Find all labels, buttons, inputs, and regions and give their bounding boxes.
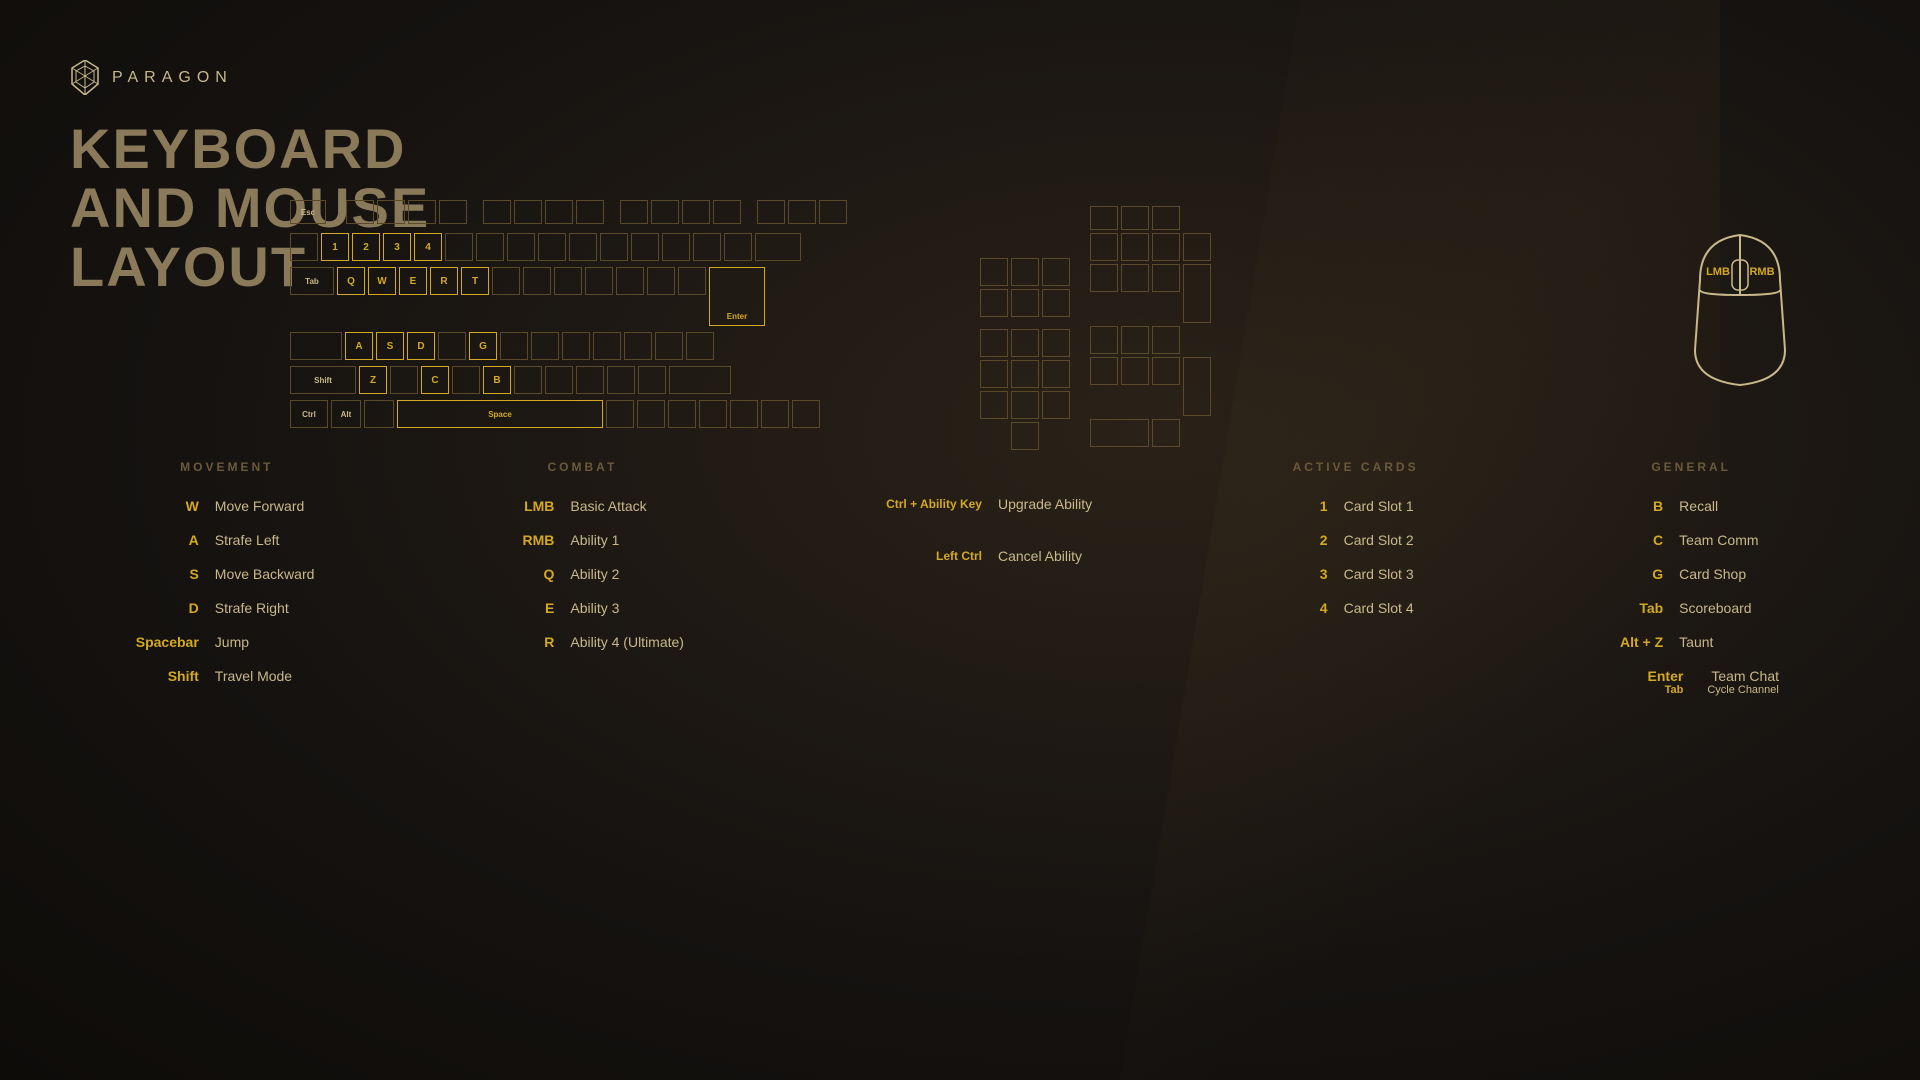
action-jump: Jump	[215, 634, 335, 650]
nav-cluster	[980, 258, 1070, 450]
action-move-backward: Move Backward	[215, 566, 335, 582]
key-lmb: LMB	[474, 498, 554, 514]
key-c-comm: C	[1583, 532, 1663, 548]
bind-1: 1 Card Slot 1	[1248, 498, 1464, 514]
key-left-ctrl: Left Ctrl	[842, 549, 982, 563]
action-strafe-left: Strafe Left	[215, 532, 335, 548]
bind-lmb: LMB Basic Attack	[452, 498, 712, 514]
action-card-slot-3: Card Slot 3	[1344, 566, 1464, 582]
svg-text:RMB: RMB	[1749, 266, 1774, 278]
bind-a: A Strafe Left	[119, 532, 335, 548]
key-d: D	[119, 600, 199, 616]
action-card-slot-4: Card Slot 4	[1344, 600, 1464, 616]
key-w: W	[119, 498, 199, 514]
bind-c: C Team Comm	[1581, 532, 1801, 548]
key-a: A	[119, 532, 199, 548]
mouse-diagram: LMB RMB	[1670, 220, 1810, 405]
action-team-comm: Team Comm	[1679, 532, 1799, 548]
key-enter: Enter	[1603, 668, 1683, 684]
key-q: Q	[474, 566, 554, 582]
keybinds-area: MOVEMENT W Move Forward A Strafe Left S …	[0, 460, 1920, 714]
key-tab-score: Tab	[1583, 600, 1663, 616]
bind-tab: Tab Scoreboard	[1581, 600, 1801, 616]
bind-r: R Ability 4 (Ultimate)	[452, 634, 712, 650]
key-4: 4	[1248, 600, 1328, 616]
key-altz: Alt + Z	[1583, 634, 1663, 650]
action-card-slot-2: Card Slot 2	[1344, 532, 1464, 548]
movement-section: MOVEMENT W Move Forward A Strafe Left S …	[119, 460, 335, 714]
bind-s: S Move Backward	[119, 566, 335, 582]
action-upgrade-ability: Upgrade Ability	[998, 496, 1118, 512]
active-cards-section: ACTIVE CARDS 1 Card Slot 1 2 Card Slot 2…	[1248, 460, 1464, 714]
action-card-shop: Card Shop	[1679, 566, 1799, 582]
action-ability4: Ability 4 (Ultimate)	[570, 634, 690, 650]
key-e: E	[474, 600, 554, 616]
bind-g: G Card Shop	[1581, 566, 1801, 582]
action-strafe-right: Strafe Right	[215, 600, 335, 616]
bind-2: 2 Card Slot 2	[1248, 532, 1464, 548]
active-cards-title: ACTIVE CARDS	[1248, 460, 1464, 474]
action-travel-mode: Travel Mode	[215, 668, 335, 684]
general-section: GENERAL B Recall C Team Comm G Card Shop…	[1581, 460, 1801, 714]
bind-d: D Strafe Right	[119, 600, 335, 616]
action-taunt: Taunt	[1679, 634, 1799, 650]
bind-left-ctrl: Left Ctrl Cancel Ability	[830, 548, 1130, 564]
bind-4: 4 Card Slot 4	[1248, 600, 1464, 616]
movement-title: MOVEMENT	[119, 460, 335, 474]
bind-enter-teamchat: Enter Tab Team Chat Cycle Channel	[1581, 668, 1801, 696]
bind-w: W Move Forward	[119, 498, 335, 514]
action-cycle-channel: Cycle Channel	[1707, 684, 1779, 696]
action-basic-attack: Basic Attack	[570, 498, 690, 514]
action-ability3: Ability 3	[570, 600, 690, 616]
bind-b: B Recall	[1581, 498, 1801, 514]
key-g-shop: G	[1583, 566, 1663, 582]
bind-shift: Shift Travel Mode	[119, 668, 335, 684]
key-tab-channel: Tab	[1603, 684, 1683, 696]
bind-ctrl-ability: Ctrl + Ability Key Upgrade Ability	[830, 496, 1130, 512]
key-s: S	[119, 566, 199, 582]
general-title: GENERAL	[1581, 460, 1801, 474]
key-r: R	[474, 634, 554, 650]
combat-section: COMBAT LMB Basic Attack RMB Ability 1 Q …	[452, 460, 712, 714]
numpad	[1090, 206, 1211, 447]
key-b-recall: B	[1583, 498, 1663, 514]
logo-area: PARAGON	[70, 60, 233, 95]
action-ability1: Ability 1	[570, 532, 690, 548]
key-rmb: RMB	[474, 532, 554, 548]
bind-q: Q Ability 2	[452, 566, 712, 582]
ability-section: Ctrl + Ability Key Upgrade Ability Left …	[830, 496, 1130, 714]
keyboard-diagram: Esc 1 2 3 4	[290, 200, 847, 431]
bind-spacebar: Spacebar Jump	[119, 634, 335, 650]
key-ctrl-ability: Ctrl + Ability Key	[842, 497, 982, 511]
key-shift: Shift	[119, 668, 199, 684]
action-card-slot-1: Card Slot 1	[1344, 498, 1464, 514]
logo-text: PARAGON	[112, 69, 233, 87]
key-3: 3	[1248, 566, 1328, 582]
bind-e: E Ability 3	[452, 600, 712, 616]
action-cancel-ability: Cancel Ability	[998, 548, 1118, 564]
action-team-chat: Team Chat	[1711, 668, 1779, 684]
action-move-forward: Move Forward	[215, 498, 335, 514]
action-scoreboard: Scoreboard	[1679, 600, 1799, 616]
key-spacebar: Spacebar	[119, 634, 199, 650]
combat-title: COMBAT	[452, 460, 712, 474]
bind-altz: Alt + Z Taunt	[1581, 634, 1801, 650]
key-1: 1	[1248, 498, 1328, 514]
bind-3: 3 Card Slot 3	[1248, 566, 1464, 582]
paragon-logo-icon	[70, 60, 100, 95]
bind-rmb: RMB Ability 1	[452, 532, 712, 548]
action-recall: Recall	[1679, 498, 1799, 514]
action-ability2: Ability 2	[570, 566, 690, 582]
key-2: 2	[1248, 532, 1328, 548]
svg-text:LMB: LMB	[1706, 266, 1730, 278]
